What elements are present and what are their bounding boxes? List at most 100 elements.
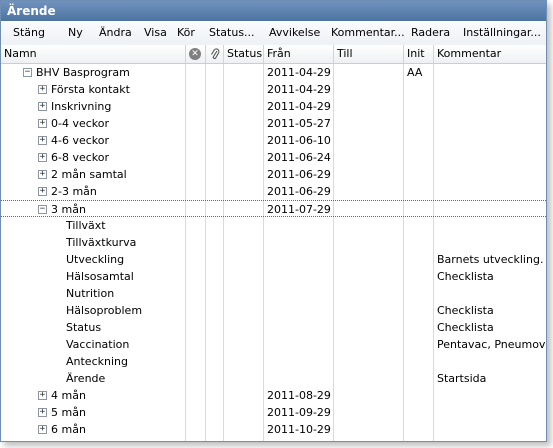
tree-row[interactable]: Ärende Startsida [1,370,546,387]
row-from-date: 2011-04-29 [267,66,331,79]
tree-row[interactable]: Hälsoproblem Checklista [1,302,546,319]
row-comment [437,201,546,218]
tree-row[interactable]: −3 mån 2011-07-29 [1,200,546,217]
row-name: Vaccination [66,338,130,351]
column-from[interactable]: Från [264,45,334,63]
tree-row[interactable]: + Inskrivning 2011-04-29 [1,98,546,115]
paperclip-icon [211,48,220,60]
row-from-date [267,336,333,353]
tree-row[interactable]: − BHV Basprogram 2011-04-29 AA [1,64,546,81]
comment-button[interactable]: Kommentar... [331,21,405,45]
column-name[interactable]: Namn [1,45,186,63]
tree-row[interactable]: +4 mån 2011-08-29 [1,387,546,404]
expand-icon[interactable]: + [38,119,47,128]
row-init [407,336,433,353]
column-comment[interactable]: Kommentar [434,45,546,63]
column-attachment[interactable] [206,45,224,63]
delete-button[interactable]: Radera [411,21,450,45]
tree-grid: − BHV Basprogram 2011-04-29 AA + Första konta… [1,64,546,441]
tree-row[interactable]: +5 mån 2011-09-29 [1,404,546,421]
collapse-icon[interactable]: − [38,205,47,214]
row-from-date: 2011-07-29 [267,203,331,216]
deviation-button[interactable]: Avvikelse [269,21,320,45]
tree-row[interactable]: +2 mån samtal 2011-06-29 [1,166,546,183]
row-name: Utveckling [66,253,125,266]
new-button[interactable]: Ny [68,21,83,45]
row-init [407,98,433,115]
column-init[interactable]: Init [404,45,434,63]
column-status[interactable]: Status [224,45,264,63]
row-comment [437,234,546,251]
row-comment [437,404,546,421]
arende-window: Ärende Stäng Ny Ändra Visa Kör Status...… [0,0,547,442]
row-from-date: 2011-06-29 [267,185,331,198]
tree-row[interactable]: +2-3 mån 2011-06-29 [1,183,546,200]
row-init [407,234,433,251]
collapse-icon[interactable]: − [23,68,32,77]
tree-row[interactable]: +0-4 veckor 2011-05-27 [1,115,546,132]
tree-row[interactable]: Nutrition [1,285,546,302]
settings-button[interactable]: Inställningar... [463,21,541,45]
row-comment: Pentavac, Pneumovax [437,338,546,351]
row-init [407,370,433,387]
row-init [407,132,433,149]
tree-row[interactable]: Vaccination Pentavac, Pneumovax [1,336,546,353]
row-init [407,319,433,336]
tree-row[interactable]: +6 mån 2011-10-29 [1,421,546,438]
row-name: Anteckning [66,355,128,368]
row-from-date [267,370,333,387]
row-from-date [267,285,333,302]
row-comment: Checklista [437,304,494,317]
row-name: 6-8 veckor [51,151,110,164]
close-button[interactable]: Stäng [13,21,45,45]
row-comment [437,81,546,98]
tree-row[interactable]: + Första kontakt 2011-04-29 [1,81,546,98]
tree-row[interactable]: +4-6 veckor 2011-06-10 [1,132,546,149]
row-comment [437,98,546,115]
column-header: Namn ✕ Status Från Till Init Kommentar [1,45,546,64]
tree-row[interactable]: Tillväxt [1,217,546,234]
row-comment [437,217,546,234]
expand-icon[interactable]: + [38,391,47,400]
row-from-date: 2011-08-29 [267,389,331,402]
tree-row[interactable]: Hälsosamtal Checklista [1,268,546,285]
column-remove[interactable]: ✕ [186,45,206,63]
row-from-date: 2011-04-29 [267,100,331,113]
row-comment [437,353,546,370]
row-from-date: 2011-06-10 [267,134,331,147]
expand-icon[interactable]: + [38,187,47,196]
column-to[interactable]: Till [334,45,404,63]
row-name: 3 mån [51,203,86,216]
tree-row[interactable]: Anteckning [1,353,546,370]
row-comment [437,64,546,81]
expand-icon[interactable]: + [38,85,47,94]
row-from-date [267,319,333,336]
run-button[interactable]: Kör [177,21,195,45]
row-init [407,251,433,268]
row-from-date [267,217,333,234]
row-from-date: 2011-10-29 [267,423,331,436]
view-button[interactable]: Visa [144,21,167,45]
status-button[interactable]: Status... [209,21,255,45]
tree-row[interactable]: Status Checklista [1,319,546,336]
expand-icon[interactable]: + [38,136,47,145]
row-from-date [267,251,333,268]
edit-button[interactable]: Ändra [99,21,132,45]
tree-row[interactable]: Utveckling Barnets utveckling. St... [1,251,546,268]
window-title: Ärende [1,1,546,21]
close-circle-icon: ✕ [189,48,201,60]
row-from-date: 2011-06-29 [267,168,331,181]
row-from-date [267,268,333,285]
row-from-date: 2011-09-29 [267,406,331,419]
row-comment [437,115,546,132]
expand-icon[interactable]: + [38,425,47,434]
tree-row[interactable]: +6-8 veckor 2011-06-24 [1,149,546,166]
row-comment [437,183,546,200]
expand-icon[interactable]: + [38,153,47,162]
row-comment: Checklista [437,321,494,334]
row-from-date [267,353,333,370]
expand-icon[interactable]: + [38,408,47,417]
expand-icon[interactable]: + [38,102,47,111]
expand-icon[interactable]: + [38,170,47,179]
tree-row[interactable]: Tillväxtkurva [1,234,546,251]
